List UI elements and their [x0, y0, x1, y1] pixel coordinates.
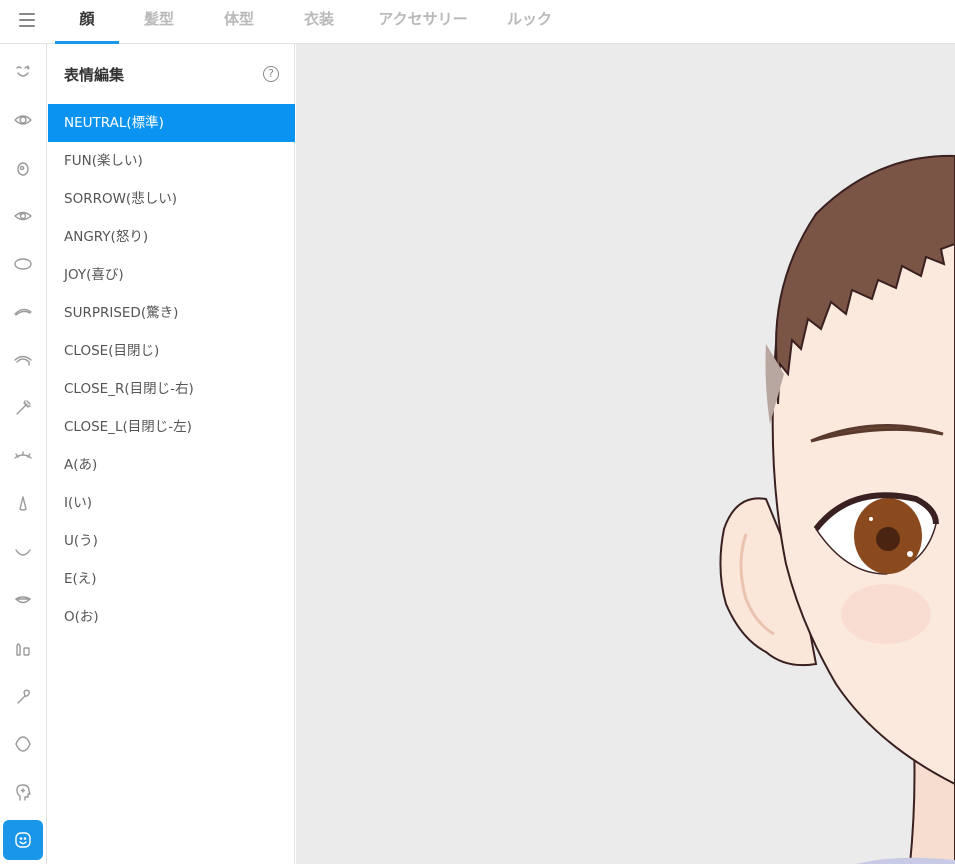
panel-title: 表情編集 [64, 66, 125, 84]
tab-label: 顔 [79, 10, 95, 28]
category-tabs: 顔 髪型 体型 衣装 アクセサリー ルック [55, 0, 599, 44]
tab-hairstyle[interactable]: 髪型 [119, 0, 199, 44]
expression-item-close-l[interactable]: CLOSE_L(目閉じ-左) [48, 408, 295, 446]
tab-label: アクセサリー [378, 10, 468, 28]
teeth-icon[interactable] [3, 628, 43, 668]
avatar-face-render [719, 154, 955, 864]
expression-item-joy[interactable]: JOY(喜び) [48, 256, 295, 294]
mouth-icon[interactable] [3, 532, 43, 572]
expression-item-i[interactable]: I(い) [48, 484, 295, 522]
hamburger-icon[interactable] [12, 8, 42, 32]
ear-icon[interactable] [3, 676, 43, 716]
tab-label: 衣装 [303, 10, 334, 28]
expression-item-surprised[interactable]: SURPRISED(驚き) [48, 294, 295, 332]
avatar-3d-viewport[interactable] [296, 44, 955, 864]
face-shape-icon[interactable] [3, 52, 43, 92]
face-parts-icon-rail [0, 44, 47, 864]
top-navigation-bar: 顔 髪型 体型 衣装 アクセサリー ルック [0, 0, 955, 44]
tab-body-shape[interactable]: 体型 [199, 0, 279, 44]
tab-outfit[interactable]: 衣装 [279, 0, 359, 44]
expression-item-close[interactable]: CLOSE(目閉じ) [48, 332, 295, 370]
expression-item-sorrow[interactable]: SORROW(悲しい) [48, 180, 295, 218]
expression-item-fun[interactable]: FUN(楽しい) [48, 142, 295, 180]
tab-label: 髪型 [143, 10, 174, 28]
lips-icon[interactable] [3, 580, 43, 620]
expression-item-close-r[interactable]: CLOSE_R(目閉じ-右) [48, 370, 295, 408]
eyelash-icon[interactable] [3, 340, 43, 380]
expression-icon[interactable] [3, 820, 43, 860]
tab-label: 体型 [223, 10, 254, 28]
expression-item-angry[interactable]: ANGRY(怒り) [48, 218, 295, 256]
eye-shape-icon[interactable] [3, 436, 43, 476]
expression-item-u[interactable]: U(う) [48, 522, 295, 560]
iris-icon[interactable] [3, 148, 43, 188]
eyebrow-icon[interactable] [3, 292, 43, 332]
head-profile-icon[interactable] [3, 772, 43, 812]
eyeliner-icon[interactable] [3, 388, 43, 428]
expression-item-o[interactable]: O(お) [48, 598, 295, 636]
tab-look[interactable]: ルック [487, 0, 599, 44]
eye-icon[interactable] [3, 100, 43, 140]
eye-white-icon[interactable] [3, 244, 43, 284]
expression-list: NEUTRAL(標準) FUN(楽しい) SORROW(悲しい) ANGRY(怒… [48, 104, 295, 636]
eye-highlight-icon[interactable] [3, 196, 43, 236]
help-icon[interactable]: ? [263, 66, 279, 82]
expression-edit-panel: 表情編集 ? NEUTRAL(標準) FUN(楽しい) SORROW(悲しい) … [48, 44, 295, 864]
tab-face[interactable]: 顔 [55, 0, 119, 44]
expression-item-neutral[interactable]: NEUTRAL(標準) [48, 104, 295, 142]
tab-label: ルック [507, 10, 553, 28]
expression-item-a[interactable]: A(あ) [48, 446, 295, 484]
tab-accessory[interactable]: アクセサリー [359, 0, 487, 44]
expression-item-e[interactable]: E(え) [48, 560, 295, 598]
head-shape-icon[interactable] [3, 724, 43, 764]
nose-icon[interactable] [3, 484, 43, 524]
